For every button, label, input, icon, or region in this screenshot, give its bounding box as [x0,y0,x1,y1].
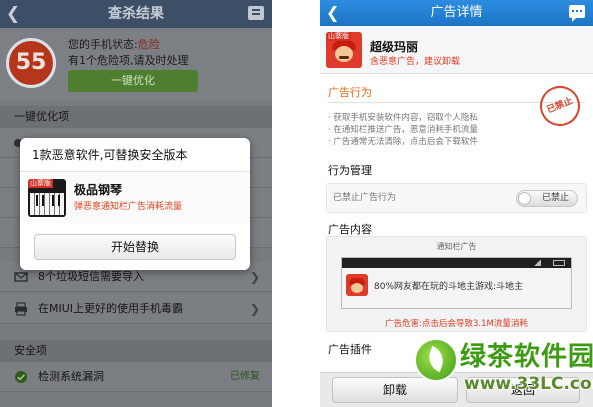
toggle-label: 已禁止 [541,193,569,203]
sms-icon [14,272,28,282]
ad-behavior-list: · 获取手机安装软件内容，窃取个人隐私 · 在通知栏推送广告，恶意消耗手机流量 … [328,112,528,148]
section-title-ad-plugin: 广告插件 [328,343,372,356]
malware-app-row: 山寨版 极品钢琴 弹恶意通知栏广告消耗流量 [20,173,250,223]
dialog-title: 1款恶意软件,可替换安全版本 [20,138,250,172]
risk-text: 有1个危险项,请及时处理 [68,54,189,67]
list-item: · 获取手机安装软件内容，窃取个人隐私 [328,113,478,123]
notification-ad-title: 通知栏广告 [436,242,477,251]
right-top-bar: ❮ 广告详情 [320,0,593,26]
list-item: · 广告通常无法清除，点击后会下载软件 [328,137,478,147]
list-item-miui[interactable]: 在MIUI上更好的使用手机毒霸 ❯ [0,294,272,324]
status-line: 您的手机状态:危险 [68,36,160,52]
app-header: 山寨版 超级玛丽 含恶意广告，建议卸载 [320,26,593,74]
signal-icon [533,260,541,266]
page-title: 广告详情 [430,5,483,20]
banned-stamp: 已禁止 [533,79,587,133]
app-warning: 弹恶意通知栏广告消耗流量 [74,202,183,212]
status-bar [342,258,571,268]
list-item-label: 在MIUI上更好的使用手机毒霸 [38,302,184,315]
return-button[interactable]: 返回 [466,377,580,403]
printer-icon [15,302,27,316]
section-header-optimize: 一键优化项 [0,106,272,128]
uninstall-button[interactable]: 卸载 [332,377,458,403]
app-warning: 含恶意广告，建议卸载 [370,57,461,67]
mgmt-label: 已禁止广告行为 [333,193,397,203]
status-danger-value: 危险 [137,38,160,51]
left-phone-screen: ❮ 查杀结果 55 您的手机状态:危险 有1个危险项,请及时处理 一键优化 一键… [0,0,272,407]
bottom-action-bar: 卸载 返回 [320,372,593,407]
app-name: 极品钢琴 [74,183,123,197]
right-phone-screen: ❮ 广告详情 山寨版 超级玛丽 含恶意广告，建议卸载 广告行为 · 获取手机安装… [320,0,593,407]
left-top-bar: ❮ 查杀结果 [0,0,272,28]
page-title: 查杀结果 [108,6,164,22]
ban-ad-toggle[interactable]: 已禁止 [516,190,578,207]
section-title-ad-content: 广告内容 [328,223,372,236]
toggle-knob [518,192,531,205]
mario-app-icon [346,274,368,296]
chevron-right-icon: ❯ [249,302,260,316]
fixed-status-badge: 已修复 [230,371,260,382]
start-replace-button[interactable]: 开始替换 [34,234,236,260]
chevron-right-icon: ❯ [249,270,260,284]
list-item-system-vuln[interactable]: 检测系统漏洞 已修复 [0,362,272,392]
list-item-label: 检测系统漏洞 [38,370,104,383]
app-name: 超级玛丽 [370,40,419,54]
notification-text: 80%网友都在玩的斗地主游戏:斗地主 [374,282,524,292]
security-score: 55 [6,38,56,88]
chat-bubble-icon[interactable] [569,5,585,22]
phone-status-panel: 55 您的手机状态:危险 有1个危险项,请及时处理 一键优化 [0,28,272,100]
behavior-mgmt-row: 已禁止广告行为 已禁止 [326,183,587,213]
battery-icon [553,260,565,266]
menu-icon[interactable] [248,6,264,20]
ad-content-box: 通知栏广告 80%网友都在玩的斗地主游戏:斗地主 广告危害:点击后会导致3.1M… [326,236,587,332]
one-click-optimize-button[interactable]: 一键优化 [68,70,198,92]
knockoff-badge: 山寨版 [28,179,53,188]
check-circle-icon [15,371,27,383]
status-label: 您的手机状态: [68,38,138,51]
notification-preview: 80%网友都在玩的斗地主游戏:斗地主 [341,257,572,309]
section-header-safe: 安全项 [0,340,272,362]
ad-hazard-text: 广告危害:点击后会导致3.1M流量消耗 [385,319,528,329]
section-title-ad-behavior: 广告行为 [328,86,372,99]
knockoff-badge: 山寨版 [326,32,351,41]
list-item: · 在通知栏推送广告，恶意消耗手机流量 [328,125,478,135]
mario-app-icon: 山寨版 [326,32,362,68]
replace-malware-dialog: 1款恶意软件,可替换安全版本 山寨版 极品钢琴 弹恶意通知栏广告消耗流量 开始替… [20,138,250,270]
piano-app-icon: 山寨版 [28,179,66,217]
section-title-behavior-mgmt: 行为管理 [328,164,372,177]
